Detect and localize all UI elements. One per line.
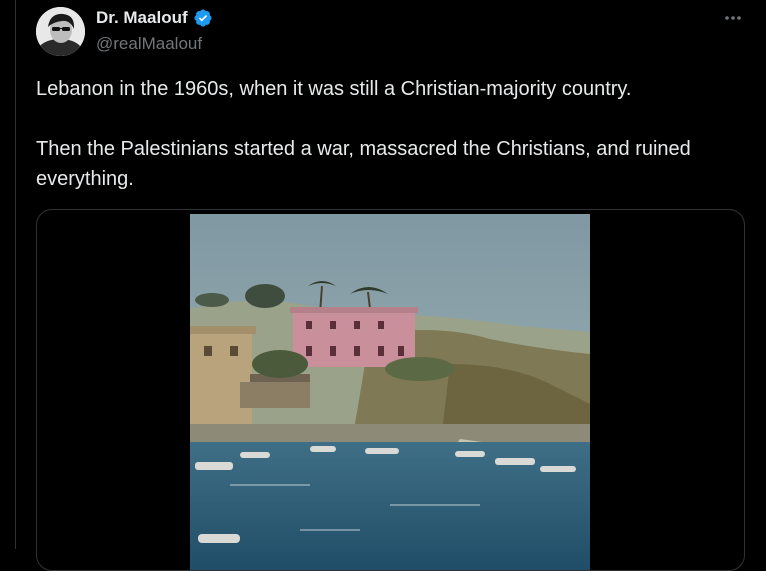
media-container[interactable] [36, 209, 745, 571]
author-handle[interactable]: @realMaalouf [96, 34, 202, 54]
more-options-icon[interactable] [721, 8, 745, 28]
video-player[interactable] [190, 214, 590, 570]
video-frame [190, 214, 590, 570]
avatar-image [36, 7, 85, 56]
tweet-paragraph: Lebanon in the 1960s, when it was still … [36, 78, 632, 100]
display-name[interactable]: Dr. Maalouf [96, 8, 188, 28]
avatar[interactable] [36, 7, 85, 56]
author-name-row[interactable]: Dr. Maalouf [96, 8, 213, 28]
tweet-text: Lebanon in the 1960s, when it was still … [36, 74, 736, 194]
tweet-paragraph: Then the Palestinians started a war, mas… [36, 138, 691, 190]
verified-badge-icon[interactable] [193, 8, 213, 28]
tweet-container[interactable]: Dr. Maalouf @realMaalouf Lebanon in the … [15, 0, 766, 571]
